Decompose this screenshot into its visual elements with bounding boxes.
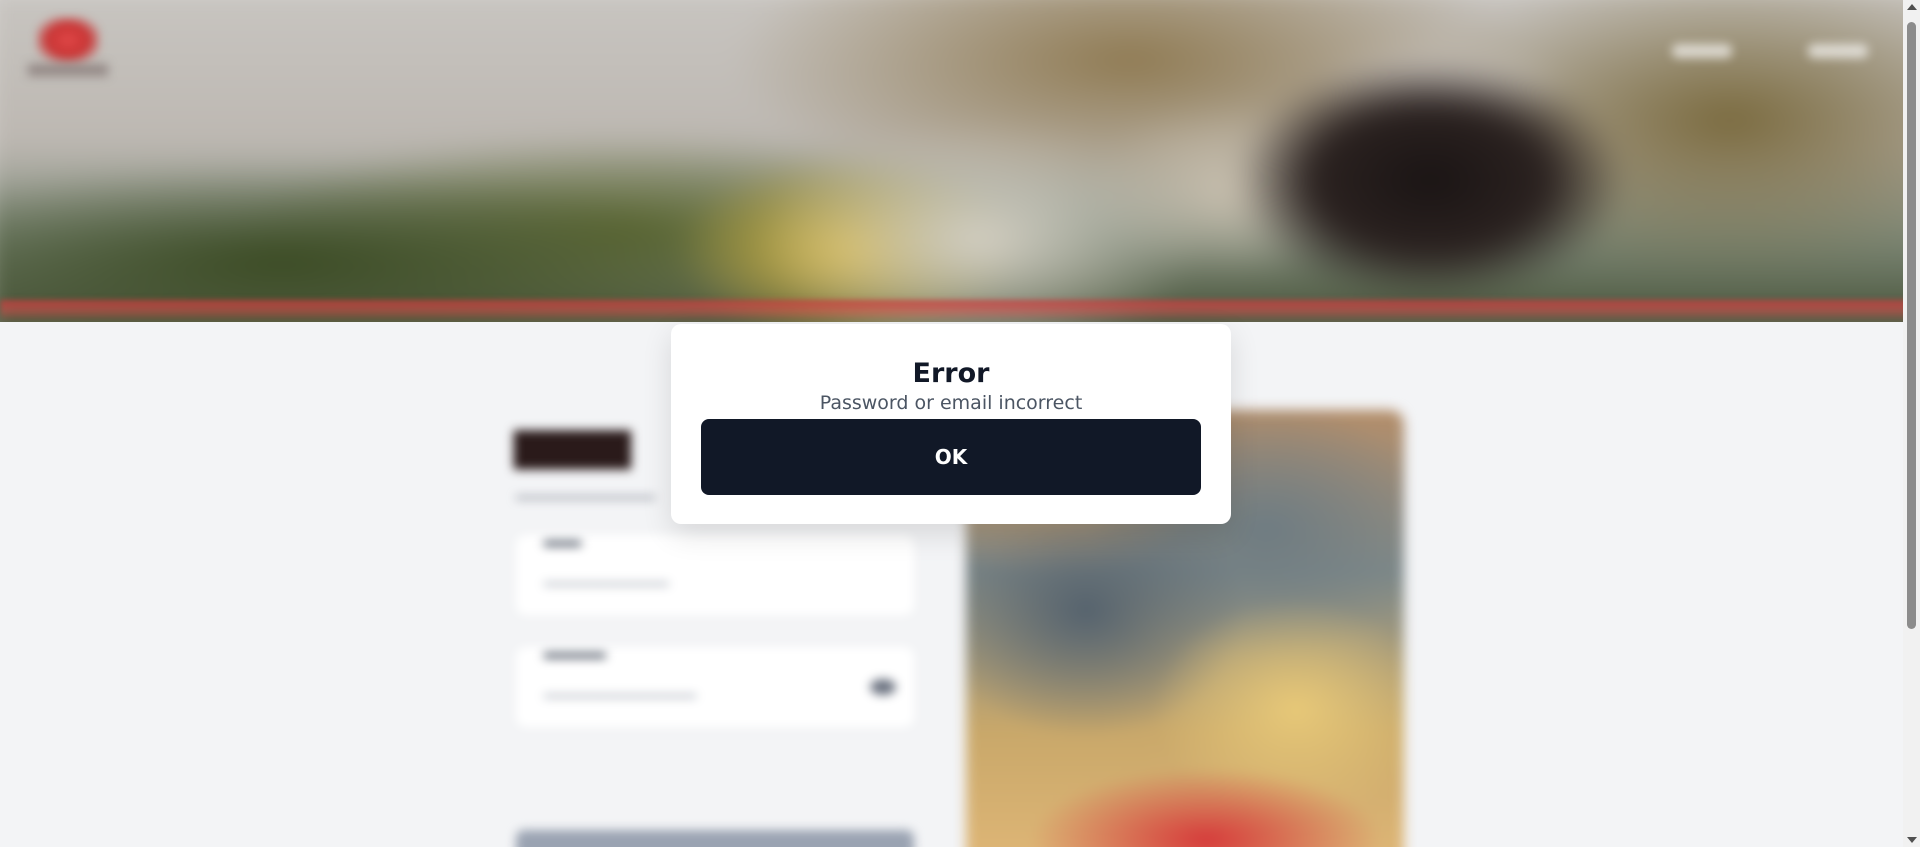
dialog-message: Password or email incorrect	[819, 392, 1083, 414]
hero-accent-line	[0, 300, 1920, 322]
scroll-up-arrow-icon[interactable]	[1907, 4, 1917, 10]
dialog-title: Error	[912, 358, 990, 389]
nav-link-blurred-2[interactable]	[1808, 44, 1868, 58]
brand-logo-text	[28, 64, 108, 76]
email-field-label: ▂▂▂	[544, 527, 581, 546]
login-page: ▇▇▇▇ ▁▁▁▁▁▁▁▁▁▁▁▁ ▂▂▂ ▁▁▁▁▁▁▁▁▁ ▂▂▂▂▂ ▁▁…	[0, 0, 1920, 847]
nav-link-blurred-1[interactable]	[1672, 44, 1732, 58]
login-subheading-blurred: ▁▁▁▁▁▁▁▁▁▁▁▁	[516, 481, 655, 499]
eye-icon[interactable]	[870, 679, 896, 695]
password-input[interactable]: ▁▁▁▁▁▁▁▁▁▁▁	[544, 677, 696, 698]
email-field-card: ▂▂▂ ▁▁▁▁▁▁▁▁▁	[516, 527, 914, 615]
login-submit-button-blurred[interactable]	[516, 830, 914, 847]
login-heading-blurred: ▇▇▇▇	[514, 425, 631, 469]
email-input[interactable]: ▁▁▁▁▁▁▁▁▁	[544, 565, 669, 586]
hero-car-photo	[0, 0, 1920, 322]
password-field-card: ▂▂▂▂▂ ▁▁▁▁▁▁▁▁▁▁▁	[516, 639, 914, 727]
error-dialog: Error Password or email incorrect OK	[671, 324, 1231, 524]
hero-banner	[0, 0, 1920, 322]
ok-button[interactable]: OK	[701, 419, 1201, 495]
vertical-scrollbar[interactable]	[1903, 0, 1920, 847]
scroll-down-arrow-icon[interactable]	[1907, 837, 1917, 843]
brand-logo[interactable]	[36, 16, 100, 64]
password-field-label: ▂▂▂▂▂	[544, 639, 606, 658]
scrollbar-thumb[interactable]	[1907, 22, 1916, 629]
